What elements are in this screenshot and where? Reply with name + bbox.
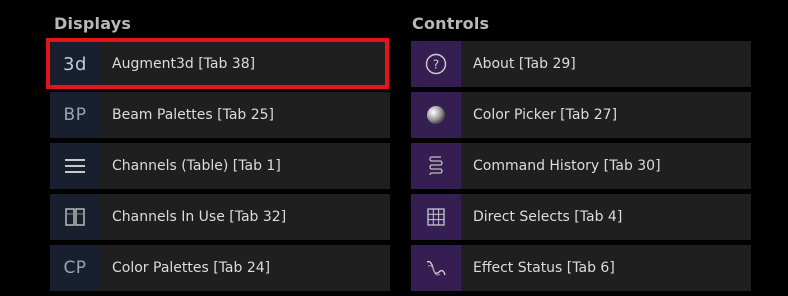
color-palettes-icon: CP (50, 245, 100, 291)
scroll-icon (411, 143, 461, 189)
tile-label: Command History [Tab 30] (473, 158, 661, 174)
displays-section-title: Displays (54, 14, 132, 33)
displays-list: 3d Augment3d [Tab 38] BP Beam Palettes [… (50, 41, 390, 296)
tile-about[interactable]: ? About [Tab 29] (411, 41, 751, 87)
tile-augment3d[interactable]: 3d Augment3d [Tab 38] (50, 41, 390, 87)
tile-label: Beam Palettes [Tab 25] (112, 107, 275, 123)
tile-color-picker[interactable]: Color Picker [Tab 27] (411, 92, 751, 138)
question-circle-icon: ? (411, 41, 461, 87)
tile-channels-in-use[interactable]: Channels In Use [Tab 32] (50, 194, 390, 240)
list-lines-icon (50, 143, 100, 189)
color-sphere-icon (411, 92, 461, 138)
augment3d-icon: 3d (50, 41, 100, 87)
controls-list: ? About [Tab 29] Color Picker [Tab 27] C… (411, 41, 751, 296)
tile-label: Channels (Table) [Tab 1] (112, 158, 281, 174)
effect-wave-icon (411, 245, 461, 291)
tile-label: Color Picker [Tab 27] (473, 107, 618, 123)
beam-palettes-icon: BP (50, 92, 100, 138)
tile-channels-table[interactable]: Channels (Table) [Tab 1] (50, 143, 390, 189)
tile-effect-status[interactable]: Effect Status [Tab 6] (411, 245, 751, 291)
tile-color-palettes[interactable]: CP Color Palettes [Tab 24] (50, 245, 390, 291)
split-panel-icon (50, 194, 100, 240)
tile-label: About [Tab 29] (473, 56, 576, 72)
tile-beam-palettes[interactable]: BP Beam Palettes [Tab 25] (50, 92, 390, 138)
tile-label: Direct Selects [Tab 4] (473, 209, 623, 225)
controls-section-title: Controls (412, 14, 490, 33)
tile-label: Effect Status [Tab 6] (473, 260, 615, 276)
tile-direct-selects[interactable]: Direct Selects [Tab 4] (411, 194, 751, 240)
tile-label: Augment3d [Tab 38] (112, 56, 256, 72)
tile-label: Channels In Use [Tab 32] (112, 209, 287, 225)
tile-command-history[interactable]: Command History [Tab 30] (411, 143, 751, 189)
svg-text:?: ? (433, 58, 439, 72)
grid-select-icon (411, 194, 461, 240)
tile-label: Color Palettes [Tab 24] (112, 260, 271, 276)
